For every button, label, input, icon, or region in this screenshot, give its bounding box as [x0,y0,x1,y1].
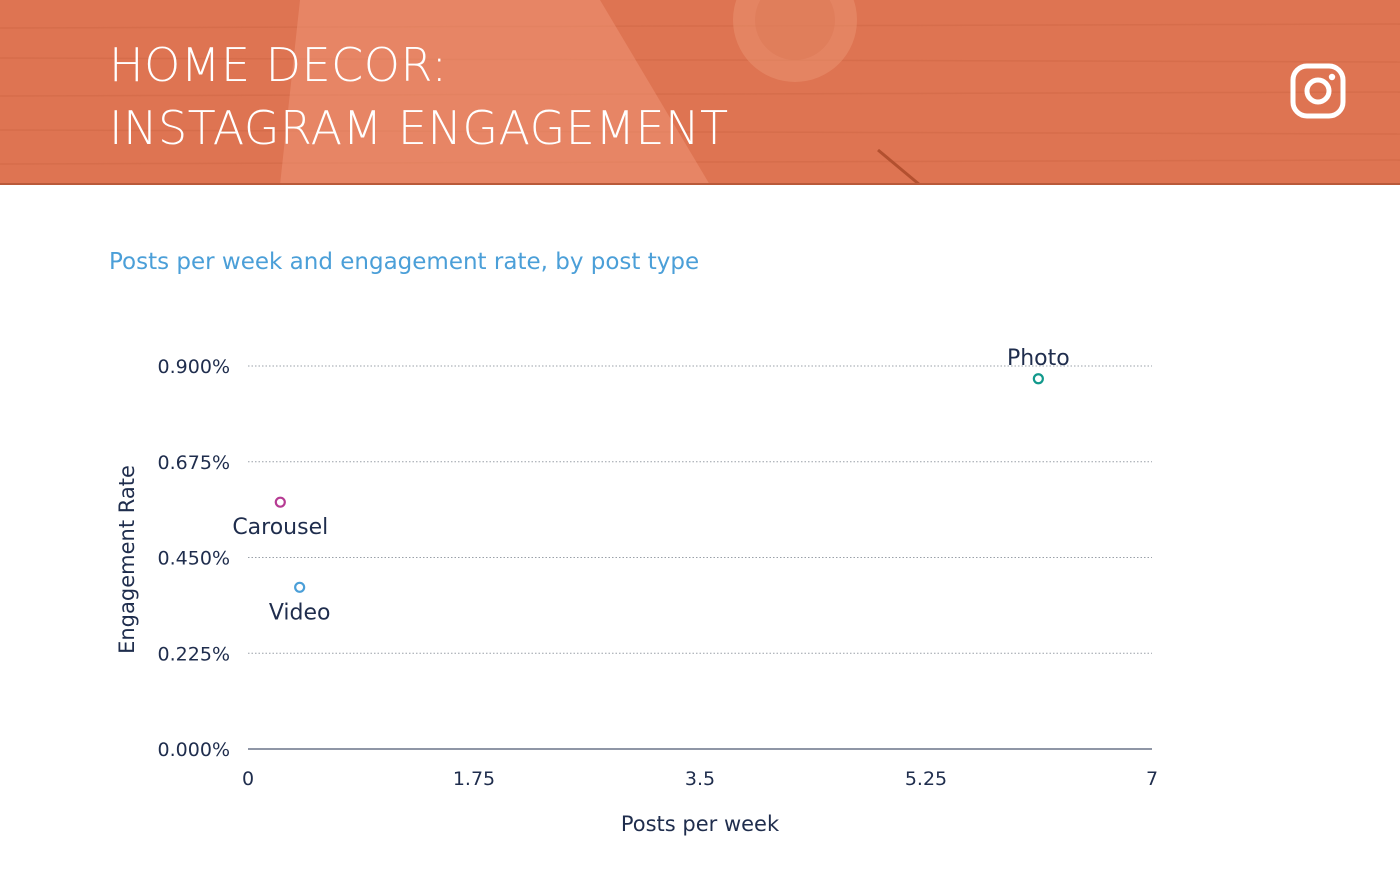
y-axis-ticks: 0.000% 0.225% 0.450% 0.675% 0.900% [158,356,230,761]
scatter-chart: 0.000% 0.225% 0.450% 0.675% 0.900% 0 1.75 3.5 5… [115,346,1158,836]
x-axis-title: Posts per week [621,812,780,836]
x-tick-label: 0 [242,768,254,790]
grid-lines [248,365,1152,654]
data-points: Photo Carousel Video [232,346,1069,626]
x-tick-label: 7 [1146,768,1158,790]
y-tick-label: 0.225% [158,643,230,665]
x-axis-ticks: 0 1.75 3.5 5.25 7 [242,768,1158,790]
point-label-video: Video [269,600,331,625]
y-axis-title: Engagement Rate [115,465,139,654]
point-photo [1032,373,1044,385]
x-tick-label: 3.5 [685,768,715,790]
y-tick-label: 0.900% [158,356,230,378]
point-label-photo: Photo [1007,346,1070,371]
y-tick-label: 0.675% [158,452,230,474]
x-tick-label: 5.25 [905,768,947,790]
point-label-carousel: Carousel [232,515,328,540]
point-video [294,581,306,593]
y-tick-label: 0.000% [158,739,230,761]
y-tick-label: 0.450% [158,548,230,570]
point-carousel [274,496,286,508]
x-tick-label: 1.75 [453,768,495,790]
